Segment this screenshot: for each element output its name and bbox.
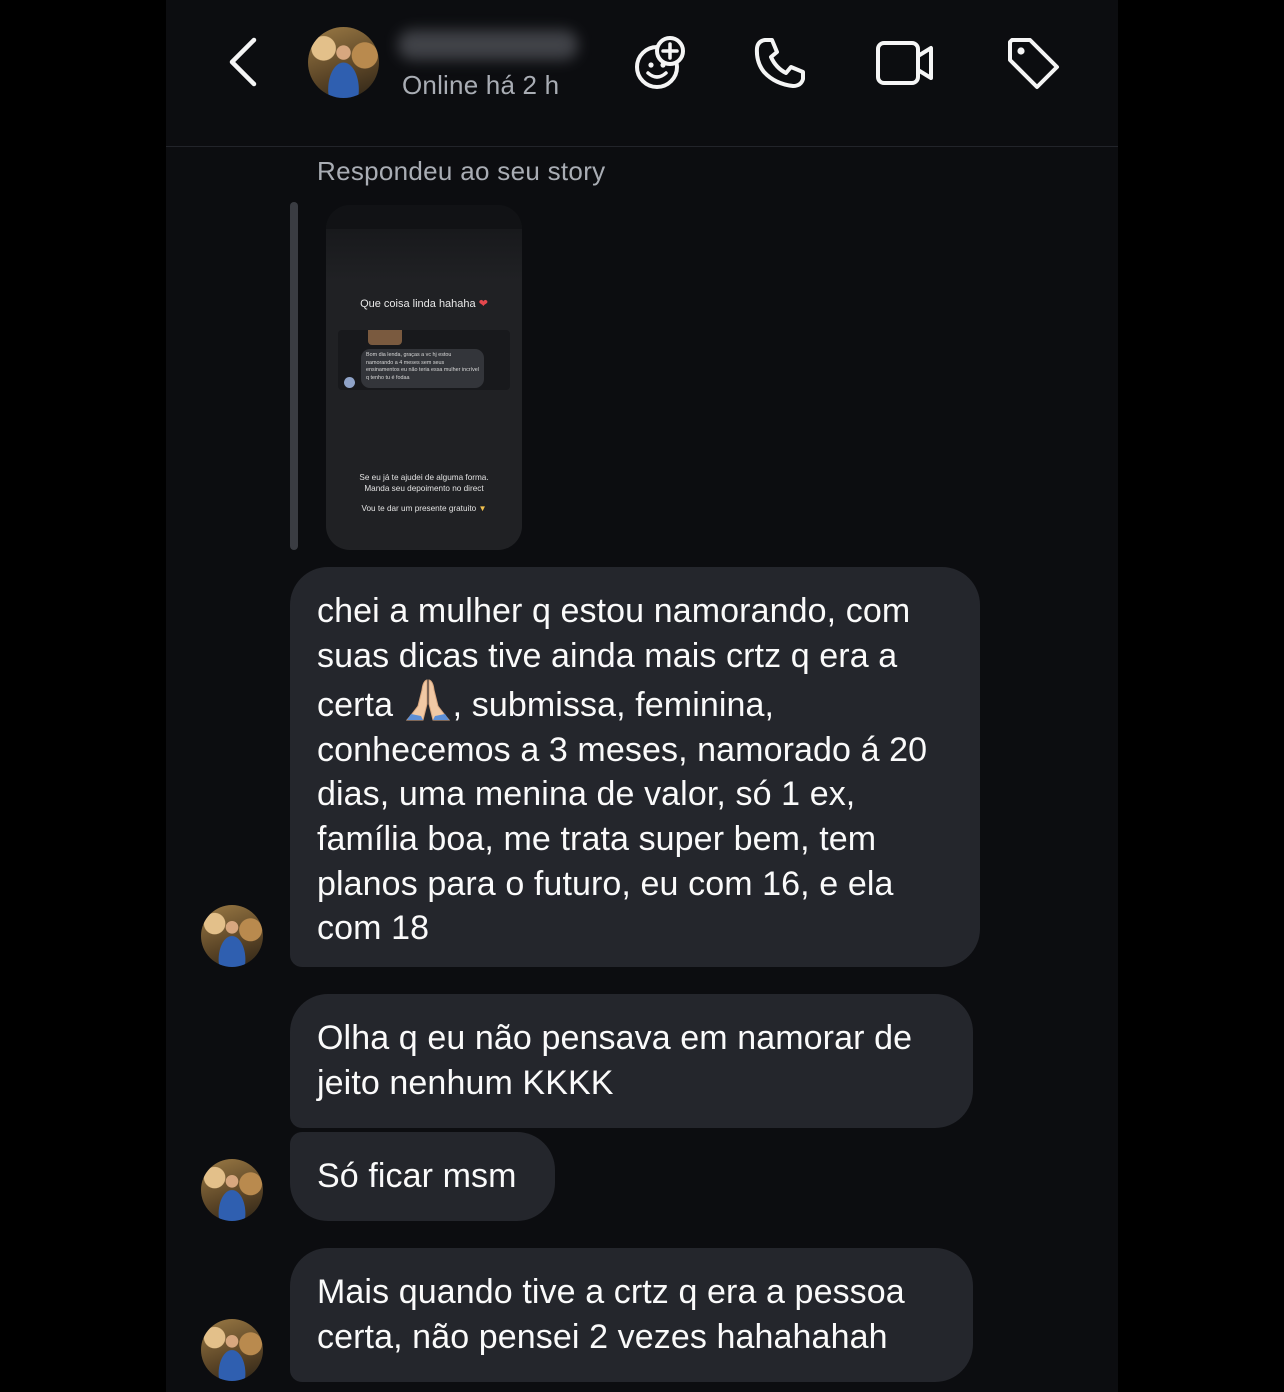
message-text: Só ficar msm — [317, 1157, 517, 1195]
video-call-icon — [876, 41, 933, 85]
pointing-down-icon: ▼ — [478, 504, 487, 513]
chat-screen: Online há 2 h Respondeu ao seu story Que… — [166, 0, 1118, 1392]
story-title-text: Que coisa linda hahaha — [360, 298, 476, 310]
sender-avatar[interactable] — [201, 1319, 263, 1381]
folded-hands-icon — [403, 678, 453, 722]
message-text-continued: , submissa, feminina, conhecemos a 3 mes… — [317, 686, 928, 948]
story-footer-line-1: Se eu já te ajudei de alguma forma. — [359, 473, 489, 482]
sender-avatar[interactable] — [201, 1159, 263, 1221]
sender-avatar[interactable] — [201, 905, 263, 967]
online-status: Online há 2 h — [402, 70, 560, 100]
call-button[interactable] — [751, 34, 809, 92]
story-footer-line-3-text: Vou te dar um presente gratuito — [361, 504, 477, 513]
story-dm-screenshot: Bom dia lenda, graças a vc hj estou namo… — [338, 330, 510, 390]
tag-icon — [1008, 38, 1059, 89]
story-card-image — [368, 330, 402, 345]
story-footer-line-2: Manda seu depoimento no direct — [364, 484, 484, 493]
story-footer-line-3: Vou te dar um presente gratuito ▼ — [326, 504, 522, 513]
contact-name-redacted[interactable] — [398, 30, 578, 60]
effects-button[interactable] — [632, 34, 690, 92]
story-thumbnail[interactable]: Que coisa linda hahaha ❤ Bom dia lenda, … — [326, 205, 522, 550]
contact-avatar[interactable] — [308, 27, 379, 98]
tag-button[interactable] — [1004, 34, 1062, 92]
add-effect-icon — [635, 36, 685, 89]
message-text: Olha q eu não pensava em namorar de jeit… — [317, 1019, 913, 1102]
chat-header: Online há 2 h — [166, 0, 1118, 147]
back-button[interactable] — [228, 36, 260, 88]
story-sender-avatar — [344, 377, 355, 388]
message-text: Mais quando tive a crtz q era a pessoa c… — [317, 1273, 905, 1356]
back-chevron-icon — [229, 37, 257, 87]
heart-icon: ❤ — [478, 298, 488, 310]
story-dm-bubble: Bom dia lenda, graças a vc hj estou namo… — [361, 349, 484, 388]
message-bubble[interactable]: chei a mulher q estou namorando, com sua… — [290, 567, 980, 967]
video-call-button[interactable] — [874, 34, 936, 92]
story-top-band — [326, 205, 522, 229]
story-title: Que coisa linda hahaha ❤ — [326, 297, 522, 310]
message-bubble[interactable]: Mais quando tive a crtz q era a pessoa c… — [290, 1248, 973, 1382]
message-bubble[interactable]: Olha q eu não pensava em namorar de jeit… — [290, 994, 973, 1128]
reply-indicator-bar — [290, 202, 298, 550]
message-bubble[interactable]: Só ficar msm — [290, 1132, 555, 1221]
phone-icon — [754, 38, 805, 88]
reply-context-label: Respondeu ao seu story — [317, 156, 606, 186]
